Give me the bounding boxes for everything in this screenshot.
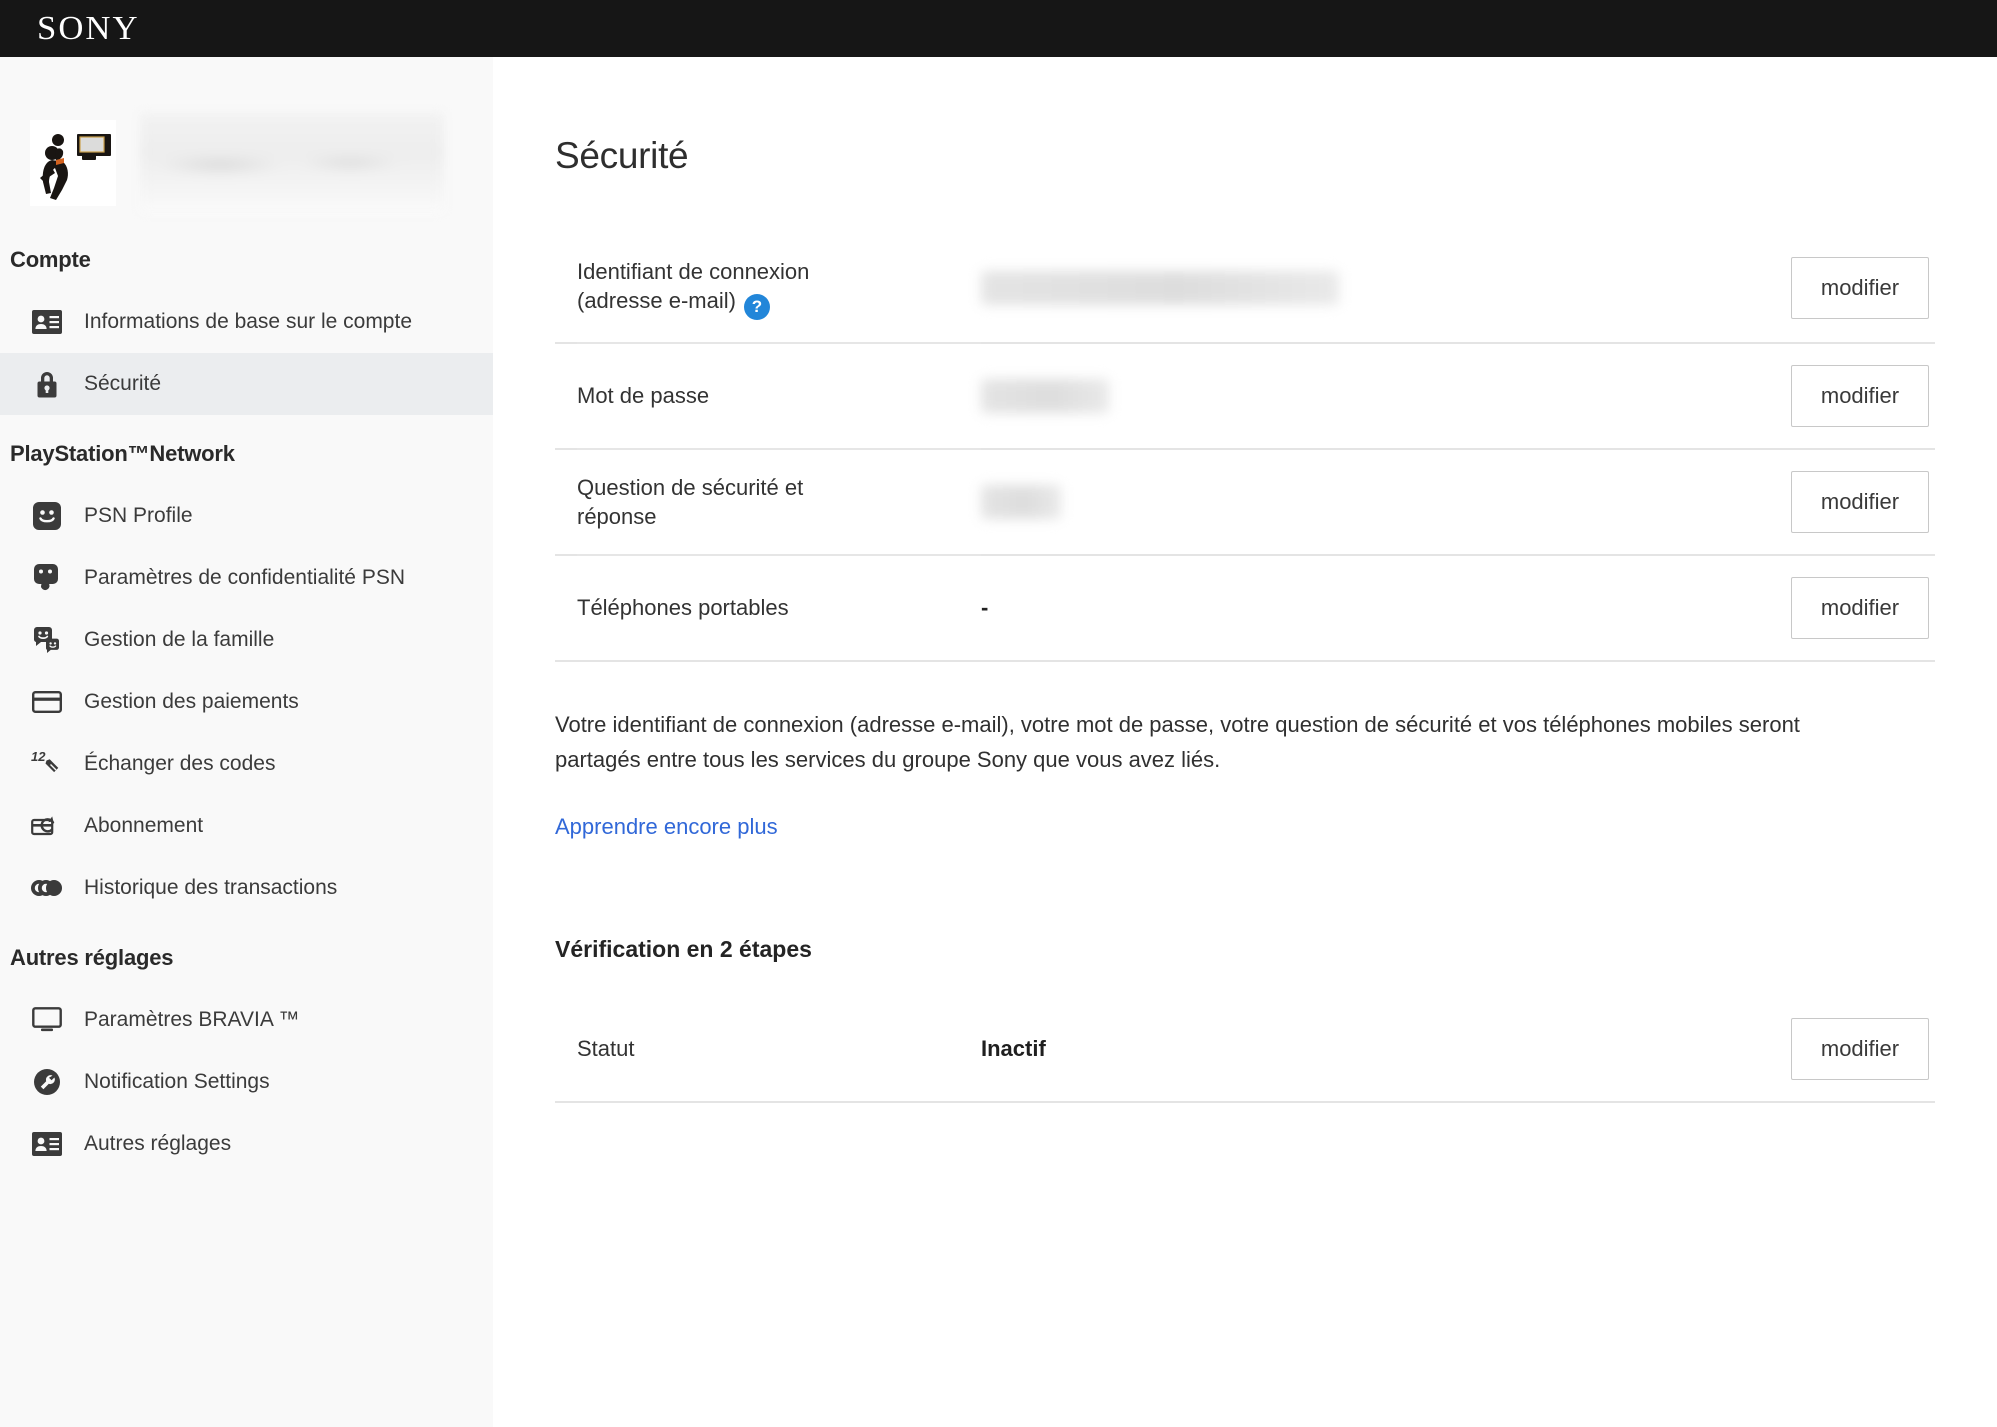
sidebar-item-label: Notification Settings [84, 1070, 270, 1093]
row-label-login-id: Identifiant de connexion (adresse e-mail… [555, 235, 959, 342]
main-content: Sécurité Identifiant de connexion (adres… [493, 57, 1997, 1427]
sidebar-item-historique-transactions[interactable]: Historique des transactions [0, 857, 493, 919]
profile-name-redacted [140, 113, 444, 213]
sharing-note: Votre identifiant de connexion (adresse … [555, 711, 1800, 773]
security-settings-table: Identifiant de connexion (adresse e-mail… [555, 235, 1935, 662]
redacted-value [981, 378, 1109, 413]
sidebar-item-parametres-bravia[interactable]: Paramètres BRAVIA ™ [0, 989, 493, 1051]
table-row: Mot de passe modifier [555, 344, 1935, 448]
lock-icon [30, 367, 64, 401]
page-title: Sécurité [555, 135, 689, 176]
learn-more-link[interactable]: Apprendre encore plus [555, 814, 778, 840]
id-card-icon [30, 305, 64, 339]
modify-button-password[interactable]: modifier [1791, 364, 1929, 427]
id-card-icon [30, 1127, 64, 1161]
table-row: Statut Inactif modifier [555, 997, 1935, 1101]
redeem-code-icon: 12 [30, 747, 64, 781]
row-value-login-id [959, 249, 1753, 327]
avatar[interactable] [30, 120, 116, 206]
sidebar-item-gestion-paiements[interactable]: Gestion des paiements [0, 671, 493, 733]
table-bottom-divider [555, 659, 1935, 662]
modify-button-mobile-phones[interactable]: modifier [1791, 576, 1929, 639]
row-value-mobile-phones: - [981, 594, 989, 620]
top-header-bar: SONY [0, 0, 1997, 57]
two-step-verification-section: Vérification en 2 étapes Statut Inactif … [555, 936, 1935, 1103]
subscription-renew-icon [30, 809, 64, 843]
sidebar-section-heading-compte: Compte [10, 247, 91, 272]
sidebar-item-label: Gestion de la famille [84, 628, 275, 651]
modify-button-login-id[interactable]: modifier [1791, 257, 1929, 320]
modify-button-security-question[interactable]: modifier [1791, 470, 1929, 533]
redacted-value [981, 484, 1061, 519]
two-step-title: Vérification en 2 étapes [555, 935, 812, 962]
sidebar-item-label: Historique des transactions [84, 876, 338, 899]
sidebar-item-autres-reglages[interactable]: Autres réglages [0, 1113, 493, 1175]
wrench-circle-icon [30, 1065, 64, 1099]
row-label-security-question: Question de sécurité et réponse [555, 451, 959, 553]
sidebar-section-heading-autres: Autres réglages [10, 945, 174, 970]
sidebar-item-gestion-famille[interactable]: Gestion de la famille [0, 609, 493, 671]
row-label-line2: réponse [577, 503, 657, 529]
row-action-login-id: modifier [1753, 257, 1935, 320]
sidebar-section-heading-psn: PlayStation™Network [10, 441, 235, 466]
monitor-icon [30, 1003, 64, 1037]
row-action-status: modifier [1753, 1017, 1935, 1080]
row-label-line2: (adresse e-mail) [577, 288, 736, 314]
sidebar-item-confidentialite-psn[interactable]: Paramètres de confidentialité PSN [0, 547, 493, 609]
table-row: Question de sécurité et réponse modifier [555, 450, 1935, 554]
sidebar-item-notification-settings[interactable]: Notification Settings [0, 1051, 493, 1113]
sidebar-item-label: Abonnement [84, 814, 204, 837]
row-label-line1: Question de sécurité et [577, 474, 804, 500]
coins-icon [30, 871, 64, 905]
modify-button-two-step[interactable]: modifier [1791, 1017, 1929, 1080]
sidebar-item-label: Sécurité [84, 372, 162, 395]
sidebar-item-label: Paramètres de confidentialité PSN [84, 566, 405, 589]
table-row: Téléphones portables - modifier [555, 556, 1935, 660]
row-label-line1: Identifiant de connexion [577, 259, 810, 284]
sidebar-item-psn-profile[interactable]: PSN Profile [0, 485, 493, 547]
row-label-password: Mot de passe [577, 383, 710, 409]
sidebar-item-securite[interactable]: Sécurité [0, 353, 493, 415]
privacy-mask-icon [30, 561, 64, 595]
sony-logo[interactable]: SONY [37, 11, 140, 46]
sidebar-item-abonnement[interactable]: Abonnement [0, 795, 493, 857]
row-action-password: modifier [1753, 364, 1935, 427]
status-badge: Inactif [981, 1035, 1046, 1061]
row-value-security-question [959, 463, 1753, 541]
sidebar-item-label: Gestion des paiements [84, 690, 299, 713]
sidebar-item-label: Paramètres BRAVIA ™ [84, 1008, 300, 1031]
row-value-password [959, 357, 1753, 435]
sidebar-item-label: PSN Profile [84, 504, 193, 527]
sidebar-item-label: Informations de base sur le compte [84, 310, 413, 333]
row-label-mobile-phones: Téléphones portables [577, 595, 789, 621]
smiley-face-icon [30, 499, 64, 533]
svg-text:12: 12 [31, 749, 46, 764]
redacted-value [981, 271, 1339, 306]
sidebar-item-label: Échanger des codes [84, 752, 276, 775]
help-icon[interactable]: ? [743, 293, 770, 320]
page-body: Compte Informations de base sur le compt… [0, 57, 1997, 1427]
credit-card-icon [30, 685, 64, 719]
family-icon [30, 623, 64, 657]
sidebar-item-echanger-codes[interactable]: 12 Échanger des codes [0, 733, 493, 795]
sidebar-item-label: Autres réglages [84, 1132, 232, 1155]
profile-block [0, 103, 493, 223]
sidebar: Compte Informations de base sur le compt… [0, 57, 493, 1427]
sidebar-item-informations-de-base[interactable]: Informations de base sur le compte [0, 291, 493, 353]
table-row: Identifiant de connexion (adresse e-mail… [555, 235, 1935, 342]
row-action-security-question: modifier [1753, 470, 1935, 533]
row-label-status: Statut [577, 1035, 635, 1061]
row-action-mobile-phones: modifier [1753, 576, 1935, 639]
two-step-bottom-divider [555, 1100, 1935, 1103]
